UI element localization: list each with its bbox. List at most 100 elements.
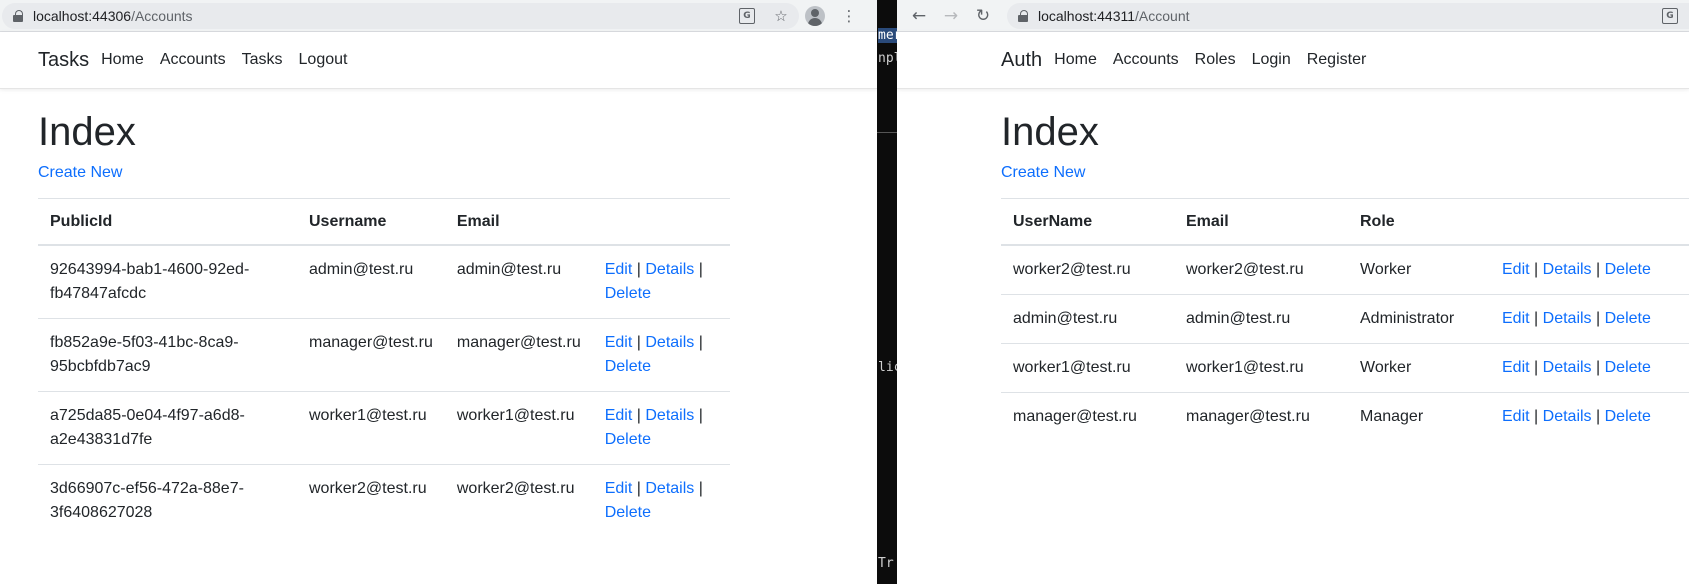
column-header-username: UserName xyxy=(1001,198,1174,246)
delete-link[interactable]: Delete xyxy=(1605,261,1651,278)
translate-icon[interactable]: G xyxy=(1660,6,1680,26)
navbar-brand[interactable]: Tasks xyxy=(38,49,89,72)
delete-link[interactable]: Delete xyxy=(605,504,651,521)
url-text: localhost:44306/Accounts xyxy=(33,8,193,24)
delete-link[interactable]: Delete xyxy=(605,431,651,448)
edit-link[interactable]: Edit xyxy=(1502,359,1530,376)
navbar-brand[interactable]: Auth xyxy=(1001,49,1042,72)
create-new-link[interactable]: Create New xyxy=(1001,164,1689,182)
nav-login[interactable]: Login xyxy=(1252,51,1291,69)
nav-roles[interactable]: Roles xyxy=(1195,51,1236,69)
forward-arrow-icon[interactable]: → xyxy=(938,0,964,32)
edit-link[interactable]: Edit xyxy=(605,480,633,497)
nav-register[interactable]: Register xyxy=(1307,51,1367,69)
accounts-table: UserName Email Role worker2@test.ru work… xyxy=(1001,198,1689,441)
publicid-cell: a725da85-0e04-4f97-a6d8- a2e43831d7fe xyxy=(38,391,297,465)
email-cell: worker2@test.ru xyxy=(456,480,575,497)
table-row: 92643994-bab1-4600-92ed-fb47847afcdc adm… xyxy=(38,245,730,319)
terminal-text: lic xyxy=(878,360,897,375)
column-header-actions xyxy=(592,198,730,246)
details-link[interactable]: Details xyxy=(1543,359,1592,376)
edit-link[interactable]: Edit xyxy=(1502,261,1530,278)
actions-cell: Edit | Details | Delete xyxy=(592,391,730,465)
terminal-text: Tr xyxy=(878,556,894,571)
address-bar: ← → ↻ localhost:44311/Account G xyxy=(897,0,1689,32)
lock-icon xyxy=(1018,10,1028,22)
star-icon[interactable]: ☆ xyxy=(771,6,791,26)
actions-cell: Edit | Details | Delete xyxy=(1490,343,1689,393)
publicid-cell: 3d66907c-ef56-472a-88e7- 3f6408627028 xyxy=(50,480,244,521)
url-text: localhost:44311/Account xyxy=(1038,8,1190,24)
details-link[interactable]: Details xyxy=(1543,408,1592,425)
translate-icon[interactable]: G xyxy=(737,6,757,26)
column-header-publicid: PublicId xyxy=(38,198,297,246)
nav-tasks[interactable]: Tasks xyxy=(242,51,283,69)
edit-link[interactable]: Edit xyxy=(605,407,633,424)
role-cell: Administrator xyxy=(1348,294,1490,344)
details-link[interactable]: Details xyxy=(645,261,694,278)
details-link[interactable]: Details xyxy=(1543,310,1592,327)
left-browser-window: localhost:44306/Accounts G ☆ ⋮ Tasks Hom… xyxy=(0,0,877,584)
create-new-link[interactable]: Create New xyxy=(38,164,730,182)
site-navbar: Tasks Home Accounts Tasks Logout xyxy=(0,32,877,89)
nav-home[interactable]: Home xyxy=(101,51,144,69)
url-field[interactable]: localhost:44306/Accounts xyxy=(2,3,799,29)
username-cell: worker2@test.ru xyxy=(309,480,427,497)
details-link[interactable]: Details xyxy=(1543,261,1592,278)
actions-cell: Edit | Details | Delete xyxy=(592,318,730,392)
role-cell: Worker xyxy=(1348,343,1490,393)
email-cell: manager@test.ru xyxy=(444,318,593,392)
column-header-actions xyxy=(1490,198,1689,246)
background-terminal-strip: mer nple lic Tr xyxy=(877,0,897,584)
table-row: fb852a9e-5f03-41bc-8ca9- 95bcbfdb7ac9 man… xyxy=(38,318,730,392)
username-cell: worker2@test.ru xyxy=(1001,245,1174,295)
delete-link[interactable]: Delete xyxy=(605,285,651,302)
column-header-role: Role xyxy=(1348,198,1490,246)
table-row: a725da85-0e04-4f97-a6d8- a2e43831d7fe wor… xyxy=(38,391,730,465)
actions-cell: Edit | Details | Delete xyxy=(1490,294,1689,344)
column-header-username: Username xyxy=(297,198,445,246)
email-cell: worker1@test.ru xyxy=(444,391,593,465)
delete-link[interactable]: Delete xyxy=(1605,310,1651,327)
edit-link[interactable]: Edit xyxy=(605,261,633,278)
table-row: worker2@test.ru worker2@test.ru Worker E… xyxy=(1001,245,1689,295)
table-row: admin@test.ru admin@test.ru Administrato… xyxy=(1001,294,1689,344)
edit-link[interactable]: Edit xyxy=(605,334,633,351)
reload-icon[interactable]: ↻ xyxy=(970,0,996,32)
delete-link[interactable]: Delete xyxy=(605,358,651,375)
delete-link[interactable]: Delete xyxy=(1605,408,1651,425)
role-cell: Worker xyxy=(1348,245,1490,295)
edit-link[interactable]: Edit xyxy=(1502,310,1530,327)
details-link[interactable]: Details xyxy=(645,407,694,424)
details-link[interactable]: Details xyxy=(645,480,694,497)
details-link[interactable]: Details xyxy=(645,334,694,351)
table-header-row: UserName Email Role xyxy=(1001,198,1689,246)
nav-logout[interactable]: Logout xyxy=(299,51,348,69)
username-cell: manager@test.ru xyxy=(1013,408,1137,425)
url-field[interactable]: localhost:44311/Account xyxy=(1007,3,1689,29)
nav-accounts[interactable]: Accounts xyxy=(1113,51,1179,69)
email-cell: admin@test.ru xyxy=(1174,294,1348,344)
page-title: Index xyxy=(1001,110,1099,154)
username-cell: worker1@test.ru xyxy=(297,391,445,465)
right-browser-window: ← → ↻ localhost:44311/Account G Auth Hom… xyxy=(897,0,1689,584)
kebab-menu-icon[interactable]: ⋮ xyxy=(839,6,859,26)
nav-home[interactable]: Home xyxy=(1054,51,1097,69)
publicid-cell: 92643994-bab1-4600-92ed-fb47847afcdc xyxy=(38,245,297,319)
actions-cell: Edit | Details | Delete xyxy=(604,480,703,521)
delete-link[interactable]: Delete xyxy=(1605,359,1651,376)
username-cell: manager@test.ru xyxy=(297,318,445,392)
table-header-row: PublicId Username Email xyxy=(38,198,730,246)
main-content: Index Create New PublicId Username Email… xyxy=(38,108,730,537)
email-cell: manager@test.ru xyxy=(1186,408,1310,425)
page-title: Index xyxy=(38,110,136,154)
actions-cell: Edit | Details | Delete xyxy=(592,245,730,319)
actions-cell: Edit | Details | Delete xyxy=(1502,408,1651,425)
actions-cell: Edit | Details | Delete xyxy=(1490,245,1689,295)
edit-link[interactable]: Edit xyxy=(1502,408,1530,425)
column-header-email: Email xyxy=(1174,198,1348,246)
back-arrow-icon[interactable]: ← xyxy=(906,0,932,32)
profile-icon[interactable] xyxy=(805,6,825,26)
nav-accounts[interactable]: Accounts xyxy=(160,51,226,69)
column-header-email: Email xyxy=(444,198,593,246)
